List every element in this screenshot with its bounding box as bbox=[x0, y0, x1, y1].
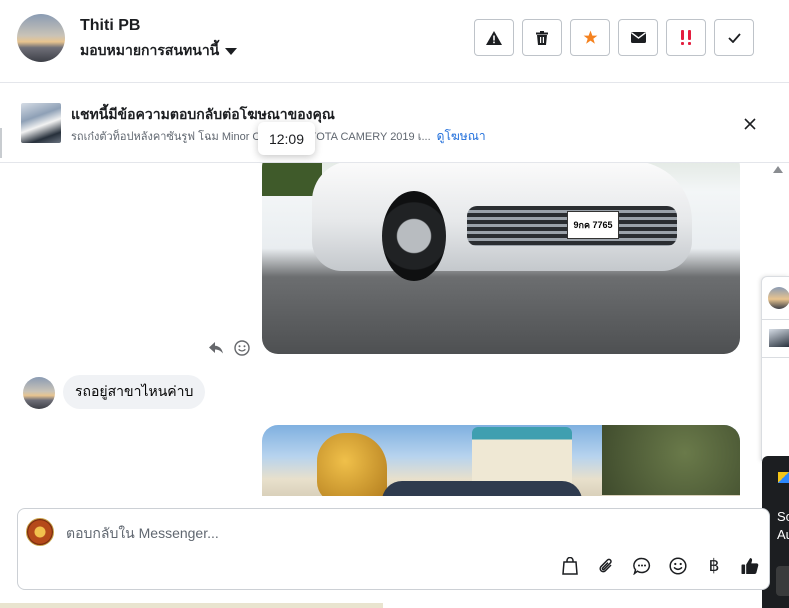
emoji-button[interactable] bbox=[667, 555, 689, 577]
mark-unread-button[interactable] bbox=[618, 19, 658, 56]
page-avatar bbox=[26, 518, 54, 546]
scroll-up-arrow-icon[interactable] bbox=[773, 166, 783, 173]
double-exclamation-icon bbox=[681, 29, 691, 45]
mark-done-button[interactable] bbox=[714, 19, 754, 56]
side-panel-divider bbox=[762, 357, 789, 358]
baht-icon: ฿ bbox=[708, 556, 720, 576]
bottom-edge-strip bbox=[0, 603, 383, 608]
reply-composer: ฿ bbox=[17, 508, 770, 590]
photo-golden-pegasus-statue bbox=[317, 433, 387, 496]
messenger-conversation-view: Thiti PB มอบหมายการสนทนานี้ แชทนี้มีข้อค… bbox=[0, 0, 789, 608]
reply-input[interactable] bbox=[66, 521, 666, 545]
incoming-message-bubble[interactable]: รถอยู่สาขาไหนค่าบ bbox=[63, 375, 206, 409]
shop-button[interactable] bbox=[559, 555, 581, 577]
envelope-icon bbox=[630, 32, 646, 43]
side-panel-avatar[interactable] bbox=[768, 287, 789, 309]
bag-icon bbox=[562, 557, 578, 575]
report-button[interactable] bbox=[474, 19, 514, 56]
smiley-icon bbox=[234, 340, 250, 356]
warning-icon bbox=[486, 30, 502, 45]
contact-avatar[interactable] bbox=[17, 14, 65, 62]
notification-text-line: Au bbox=[777, 527, 789, 542]
composer-toolbar: ฿ bbox=[559, 555, 761, 577]
car-photo-attachment[interactable]: 9กค 7765 bbox=[262, 163, 740, 354]
chat-bubble-icon bbox=[633, 557, 651, 575]
emoji-icon bbox=[669, 557, 687, 575]
photo-car-wheel bbox=[382, 191, 446, 281]
photo-car-roof bbox=[382, 481, 582, 496]
message-time-tooltip: 12:09 bbox=[258, 122, 315, 155]
trash-icon bbox=[536, 30, 548, 45]
photo-trees bbox=[602, 425, 740, 495]
delete-button[interactable] bbox=[522, 19, 562, 56]
thumbs-up-icon bbox=[741, 558, 759, 574]
close-banner-button[interactable] bbox=[740, 114, 760, 134]
reply-button[interactable] bbox=[207, 339, 225, 357]
message-thread[interactable]: 9กค 7765 รถอยู่สาขาไหนค่าบ bbox=[5, 163, 785, 496]
contact-name[interactable]: Thiti PB bbox=[80, 17, 140, 35]
close-icon bbox=[744, 118, 756, 130]
conversation-toolbar bbox=[474, 19, 754, 56]
like-button[interactable] bbox=[739, 555, 761, 577]
assign-conversation-dropdown[interactable]: มอบหมายการสนทนานี้ bbox=[80, 40, 238, 62]
photo-license-plate: 9กค 7765 bbox=[567, 211, 619, 239]
saved-replies-button[interactable] bbox=[631, 555, 653, 577]
side-chat-panel[interactable] bbox=[761, 276, 789, 461]
payment-button[interactable]: ฿ bbox=[703, 555, 725, 577]
conversation-header: Thiti PB มอบหมายการสนทนานี้ bbox=[0, 0, 789, 83]
assign-conversation-label: มอบหมายการสนทนานี้ bbox=[80, 42, 220, 58]
side-panel-thumbnail[interactable] bbox=[769, 329, 789, 347]
ad-thumbnail[interactable] bbox=[21, 103, 61, 143]
attach-button[interactable] bbox=[595, 555, 617, 577]
reply-arrow-icon bbox=[209, 342, 223, 354]
notification-text: So Au bbox=[777, 508, 789, 544]
side-panel-divider bbox=[762, 319, 789, 320]
sender-avatar[interactable] bbox=[23, 377, 55, 409]
follow-up-button[interactable] bbox=[666, 19, 706, 56]
notification-action-button[interactable] bbox=[776, 566, 789, 596]
showroom-photo-attachment[interactable] bbox=[262, 425, 740, 496]
star-icon bbox=[583, 30, 597, 44]
view-ad-link[interactable]: ดูโฆษณา bbox=[437, 127, 486, 146]
caret-down-icon bbox=[225, 47, 238, 55]
app-icon bbox=[778, 472, 789, 483]
star-button[interactable] bbox=[570, 19, 610, 56]
message-actions bbox=[207, 339, 251, 357]
ad-description: รถเก๋งตัวท็อปหลังคาซันรูฟ โฉม Minor Chan… bbox=[71, 131, 431, 143]
paperclip-icon bbox=[599, 558, 612, 573]
checkmark-icon bbox=[727, 32, 741, 43]
react-button[interactable] bbox=[233, 339, 251, 357]
ad-reply-banner: แชทนี้มีข้อความตอบกลับต่อโฆษณาของคุณ รถเ… bbox=[0, 83, 789, 163]
notification-text-line: So bbox=[777, 509, 789, 524]
